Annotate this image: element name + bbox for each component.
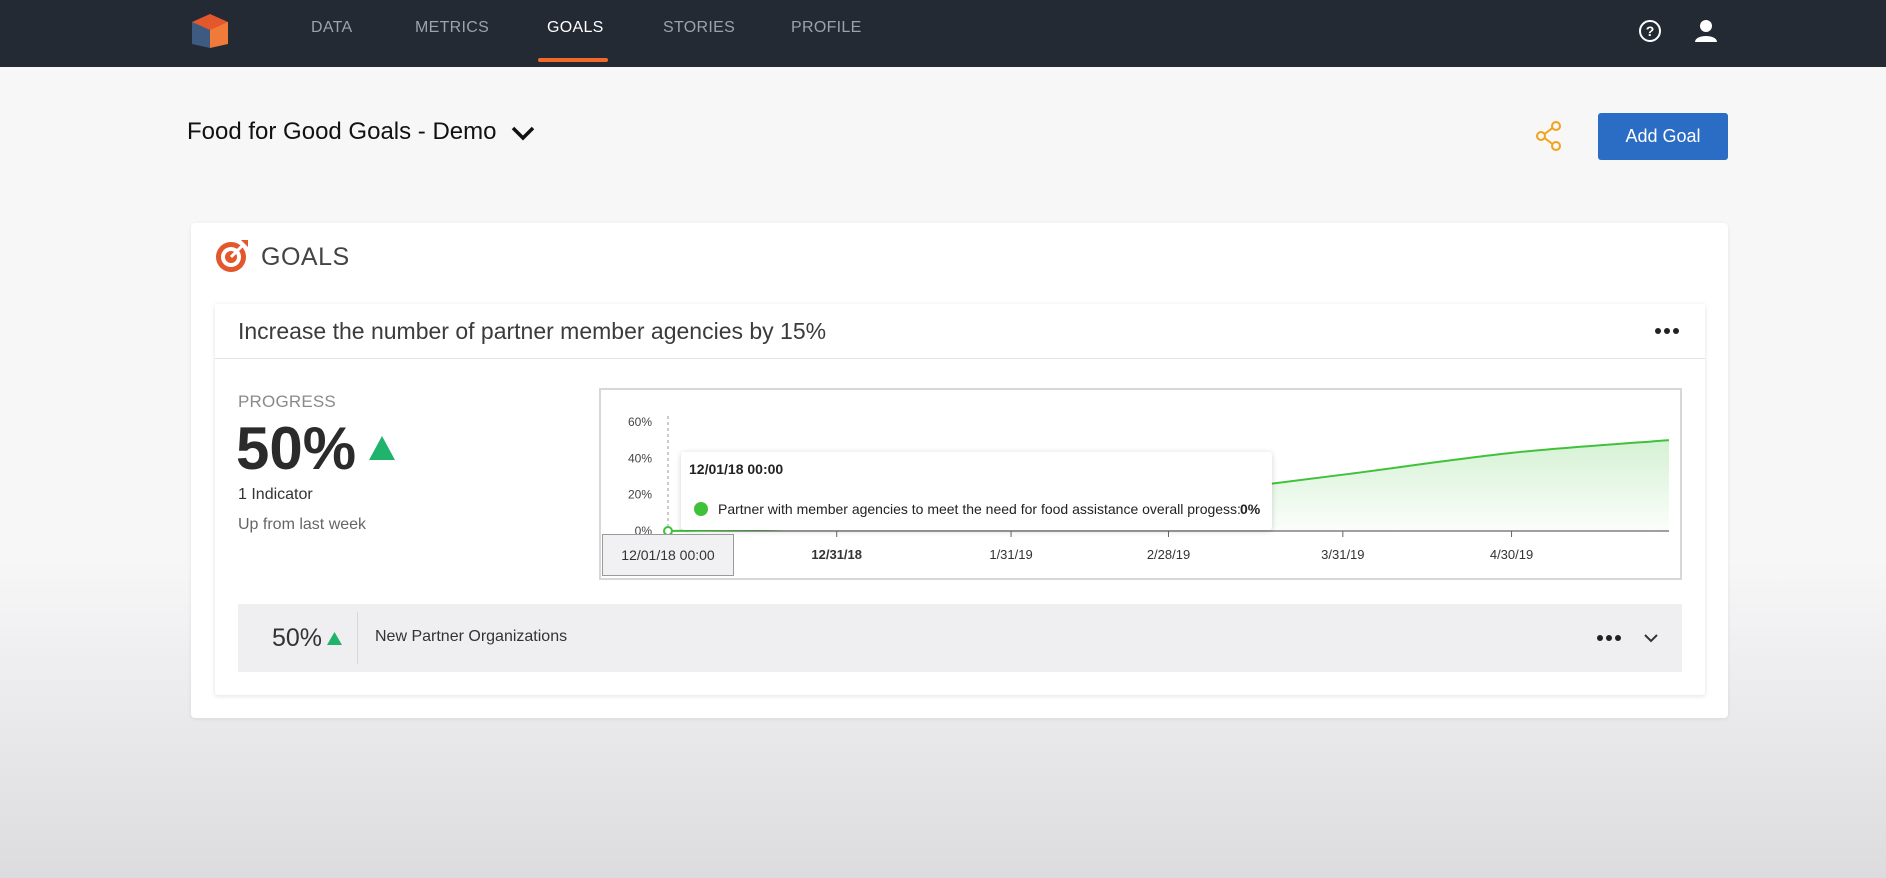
indicator-count: 1 Indicator — [238, 486, 313, 503]
progress-label: PROGRESS — [238, 392, 336, 411]
y-tick-label: 60% — [628, 415, 652, 429]
tooltip-series: Partner with member agencies to meet the… — [718, 501, 1241, 517]
x-tick-label: 2/28/19 — [1147, 547, 1190, 562]
trend-text: Up from last week — [238, 516, 367, 533]
indicator-value: 50% — [272, 624, 323, 652]
trend-up-icon — [327, 632, 342, 645]
goal-title[interactable]: Increase the number of partner member ag… — [238, 318, 826, 345]
active-tab-indicator — [538, 58, 608, 62]
x-tick-label: 3/31/19 — [1321, 547, 1364, 562]
series-dot-icon — [694, 502, 708, 516]
nav-stories[interactable]: STORIES — [663, 19, 735, 37]
more-options-icon[interactable] — [1654, 326, 1680, 336]
goal-divider — [215, 358, 1705, 359]
indicator-name[interactable]: New Partner Organizations — [375, 628, 567, 646]
crosshair-date-label: 12/01/18 00:00 — [602, 534, 734, 576]
app-logo-icon[interactable] — [190, 14, 230, 48]
x-tick-label: 12/31/18 — [811, 547, 862, 562]
nav-metrics[interactable]: METRICS — [415, 19, 489, 37]
y-tick-label: 40% — [628, 451, 652, 465]
share-icon[interactable] — [1534, 120, 1564, 152]
chevron-down-icon[interactable] — [508, 120, 538, 146]
add-goal-button[interactable]: Add Goal — [1598, 113, 1728, 160]
svg-text:?: ? — [1646, 23, 1655, 39]
tooltip-value: 0% — [1240, 501, 1261, 517]
top-nav: DATA METRICS GOALS STORIES PROFILE ? — [0, 0, 1886, 67]
target-icon — [216, 240, 248, 272]
user-icon[interactable] — [1693, 18, 1719, 44]
x-tick-label: 1/31/19 — [989, 547, 1032, 562]
expand-chevron-icon[interactable] — [1642, 628, 1660, 648]
x-tick-label: 4/30/19 — [1490, 547, 1533, 562]
tooltip-date: 12/01/18 00:00 — [689, 461, 784, 477]
page-title: Food for Good Goals - Demo — [187, 118, 497, 145]
nav-goals[interactable]: GOALS — [547, 19, 604, 37]
nav-profile[interactable]: PROFILE — [791, 19, 862, 37]
help-icon[interactable]: ? — [1637, 18, 1663, 44]
y-tick-label: 20% — [628, 488, 652, 502]
indicator-more-options-icon[interactable] — [1596, 633, 1622, 643]
goals-heading: GOALS — [261, 243, 350, 271]
trend-up-icon — [369, 436, 395, 460]
nav-data[interactable]: DATA — [311, 19, 353, 37]
progress-value: 50% — [236, 415, 357, 482]
indicator-divider — [357, 612, 358, 664]
